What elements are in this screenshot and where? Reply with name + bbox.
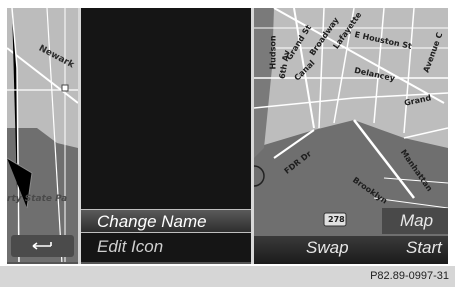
swap-button[interactable]: Swap: [306, 238, 349, 258]
back-button[interactable]: [11, 235, 74, 257]
navigation-screen: Newark rty State Pa Change Name Edit Ico…: [7, 8, 448, 264]
menu-item-label: Edit Icon: [97, 237, 164, 256]
map-button[interactable]: Map: [382, 208, 448, 234]
street-label: Hudson: [268, 35, 278, 70]
menu-panel: Change Name Edit Icon: [81, 8, 251, 264]
left-map-panel[interactable]: Newark rty State Pa: [7, 8, 78, 264]
menu-item-change-name[interactable]: Change Name: [81, 209, 251, 233]
map-label-state-park: rty State Pa: [7, 194, 68, 204]
map-button-label: Map: [400, 211, 434, 230]
left-bottom-line: [7, 262, 78, 264]
menu-item-label: Change Name: [97, 212, 207, 231]
back-arrow-icon: [32, 242, 52, 250]
menu-item-edit-icon[interactable]: Edit Icon: [81, 235, 251, 259]
start-button[interactable]: Start: [406, 238, 442, 258]
caption-bar: P82.89-0997-31: [0, 266, 455, 287]
highway-shield-label: 278: [328, 215, 345, 224]
menu-bottom-line: [81, 262, 251, 264]
right-map-panel[interactable]: Grand St Broadway Lafayette Canal Delanc…: [254, 8, 448, 264]
image-code: P82.89-0997-31: [370, 270, 449, 282]
